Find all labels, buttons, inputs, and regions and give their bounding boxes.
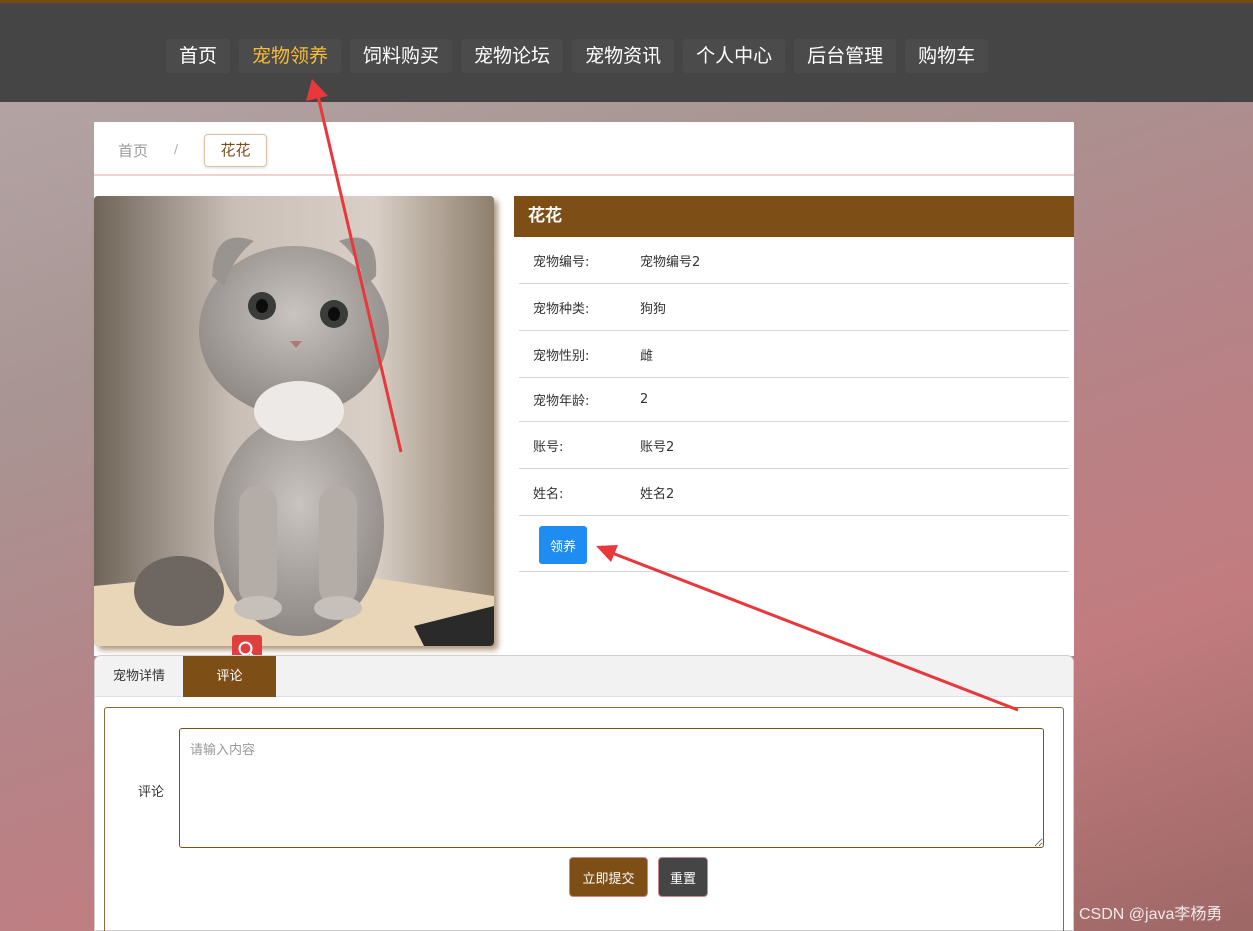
info-row-pet-gender: 宠物性别: 雌 <box>519 331 1069 378</box>
cat-photo-icon <box>94 196 494 646</box>
watermark: CSDN @java李杨勇 <box>1079 906 1223 923</box>
main-nav: 首页 宠物领养 饲料购买 宠物论坛 宠物资讯 个人中心 后台管理 购物车 <box>166 39 989 73</box>
nav-item-pet-adoption[interactable]: 宠物领养 <box>239 39 342 73</box>
adopt-row: 领养 <box>519 516 1069 572</box>
pet-name-header: 花花 <box>514 196 1074 237</box>
info-label: 宠物年龄: <box>533 394 590 409</box>
nav-item-cart[interactable]: 购物车 <box>905 39 989 73</box>
top-navbar: 首页 宠物领养 饲料购买 宠物论坛 宠物资讯 个人中心 后台管理 购物车 <box>0 0 1253 102</box>
info-row-name: 姓名: 姓名2 <box>519 469 1069 516</box>
info-row-pet-type: 宠物种类: 狗狗 <box>519 284 1069 331</box>
nav-item-pet-news[interactable]: 宠物资讯 <box>572 39 675 73</box>
nav-item-home[interactable]: 首页 <box>166 39 231 73</box>
pet-info-table: 宠物编号: 宠物编号2 宠物种类: 狗狗 宠物性别: 雌 宠物年龄: 2 账号:… <box>519 237 1069 572</box>
detail-tabs-panel: 宠物详情 评论 评论 立即提交 重置 <box>94 655 1074 931</box>
nav-item-admin[interactable]: 后台管理 <box>794 39 897 73</box>
info-label: 宠物性别: <box>533 348 590 364</box>
info-value: 账号2 <box>640 439 675 455</box>
breadcrumb-separator: / <box>174 142 179 156</box>
submit-button[interactable]: 立即提交 <box>570 858 647 896</box>
info-value: 宠物编号2 <box>640 254 701 270</box>
info-value: 2 <box>640 392 649 407</box>
breadcrumb-current: 花花 <box>204 134 267 167</box>
info-label: 宠物编号: <box>533 254 590 270</box>
info-row-pet-age: 宠物年龄: 2 <box>519 378 1069 422</box>
info-value: 雌 <box>640 348 654 364</box>
pet-detail-panel: 花花 宠物编号: 宠物编号2 宠物种类: 狗狗 宠物性别: 雌 宠物年龄: 2 … <box>94 176 1074 665</box>
comment-label: 评论 <box>138 785 165 800</box>
breadcrumb-home-link[interactable]: 首页 <box>118 140 148 161</box>
info-label: 姓名: <box>533 486 564 502</box>
info-row-pet-id: 宠物编号: 宠物编号2 <box>519 237 1069 284</box>
nav-item-user-center[interactable]: 个人中心 <box>683 39 786 73</box>
info-value: 姓名2 <box>640 486 675 502</box>
info-label: 宠物种类: <box>533 301 590 317</box>
tab-comments[interactable]: 评论 <box>183 656 277 697</box>
reset-button[interactable]: 重置 <box>659 858 707 896</box>
tab-pet-details[interactable]: 宠物详情 <box>95 656 183 697</box>
breadcrumb: 首页 / 花花 <box>94 122 1074 176</box>
info-label: 账号: <box>533 439 564 455</box>
pet-photo <box>94 196 494 646</box>
comment-form: 评论 立即提交 重置 <box>104 707 1064 931</box>
info-row-account: 账号: 账号2 <box>519 422 1069 469</box>
info-value: 狗狗 <box>640 301 667 317</box>
tab-bar: 宠物详情 评论 <box>95 656 1073 697</box>
comment-textarea[interactable] <box>179 728 1044 848</box>
nav-item-pet-forum[interactable]: 宠物论坛 <box>461 39 564 73</box>
adopt-button[interactable]: 领养 <box>539 526 587 564</box>
nav-item-feed-purchase[interactable]: 饲料购买 <box>350 39 453 73</box>
